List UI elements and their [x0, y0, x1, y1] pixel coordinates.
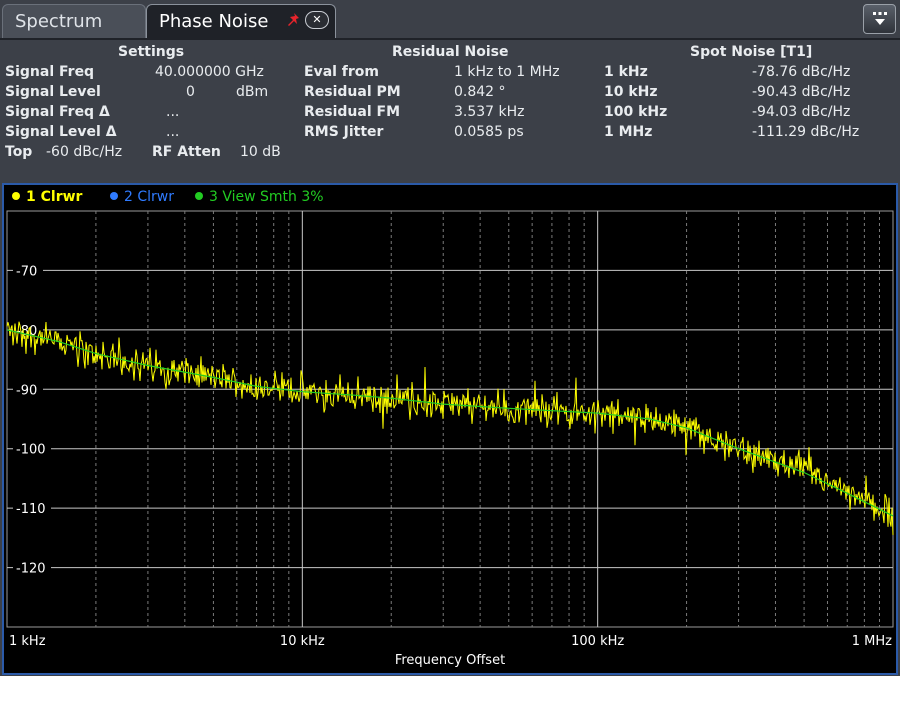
x-axis-label: Frequency Offset — [395, 653, 505, 668]
residual-row-value: 3.537 kHz — [454, 104, 525, 120]
x-tick-label: 100 kHz — [571, 634, 624, 649]
trace-legend: 1 Clrwr 2 Clrwr 3 View Smth 3% — [4, 185, 896, 209]
x-tick-label: 1 kHz — [9, 634, 46, 649]
tab-spectrum[interactable]: Spectrum — [2, 4, 146, 38]
spot-row-offset: 100 kHz — [604, 104, 668, 120]
residual-row-label: RMS Jitter — [304, 124, 384, 140]
y-tick-label: -70 — [16, 264, 37, 279]
spot-row-offset: 10 kHz — [604, 84, 658, 100]
rf-atten-label: RF Atten — [152, 144, 221, 160]
legend-trace-2[interactable]: 2 Clrwr — [110, 189, 174, 205]
trace-2-dot-icon — [110, 192, 118, 200]
y-tick-label: -90 — [16, 383, 37, 398]
tab-phase-noise-label: Phase Noise — [159, 11, 269, 32]
legend-trace-3[interactable]: 3 View Smth 3% — [195, 189, 324, 205]
residual-row-value: 0.0585 ps — [454, 124, 524, 140]
info-panel: Settings Signal Freq 40.000000 GHz Signa… — [0, 38, 900, 184]
signal-freq-value: 40.000000 GHz — [155, 64, 264, 80]
tab-spectrum-label: Spectrum — [15, 11, 103, 32]
spot-row-value: -111.29 dBc/Hz — [752, 124, 860, 140]
residual-row-label: Residual PM — [304, 84, 401, 100]
legend-trace-1-label: 1 Clrwr — [26, 189, 83, 205]
pin-icon[interactable] — [285, 11, 303, 29]
settings-header: Settings — [118, 44, 185, 60]
spot-row-offset: 1 MHz — [604, 124, 653, 140]
residual-row-label: Residual FM — [304, 104, 401, 120]
residual-row-label: Eval from — [304, 64, 380, 80]
tab-phase-noise[interactable]: Phase Noise ✕ — [146, 4, 336, 38]
spot-row-value: -90.43 dBc/Hz — [752, 84, 851, 100]
legend-trace-3-label: 3 View Smth 3% — [209, 189, 324, 205]
signal-freq-label: Signal Freq — [5, 64, 95, 80]
spot-row-offset: 1 kHz — [604, 64, 648, 80]
residual-noise-header: Residual Noise — [392, 44, 509, 60]
trace-3-dot-icon — [195, 192, 203, 200]
signal-level-value: 0 — [186, 84, 195, 100]
spot-row-value: -94.03 dBc/Hz — [752, 104, 851, 120]
menu-button[interactable] — [863, 4, 896, 34]
top-value: -60 dBc/Hz — [46, 144, 123, 160]
phase-noise-plot[interactable]: -70-80-90-100-110-1201 kHz 10 kHz 100 kHz 1… — [4, 209, 896, 673]
trace-1-dot-icon — [12, 192, 20, 200]
phase-noise-window: 1 Clrwr 2 Clrwr 3 View Smth 3% -70 -80 -90… — [2, 183, 898, 675]
y-tick-label: -110 — [16, 502, 46, 517]
y-tick-label: -120 — [16, 562, 46, 577]
spot-noise-header: Spot Noise [T1] — [690, 44, 813, 60]
legend-trace-2-label: 2 Clrwr — [124, 189, 174, 205]
signal-level-unit: dBm — [236, 84, 269, 100]
tab-bar: Spectrum Phase Noise ✕ — [0, 0, 900, 38]
signal-freq-delta-value: ... — [166, 104, 180, 120]
x-tick-label: 10 kHz — [280, 634, 325, 649]
spot-row-value: -78.76 dBc/Hz — [752, 64, 851, 80]
y-tick-label: -100 — [16, 443, 46, 458]
app-window: Spectrum Phase Noise ✕ Settings Signal F… — [0, 0, 900, 676]
plot-frame — [6, 210, 894, 628]
signal-level-label: Signal Level — [5, 84, 101, 100]
signal-level-delta-value: ... — [166, 124, 180, 140]
x-tick-label: 1 MHz — [852, 634, 892, 649]
top-label: Top — [5, 144, 33, 160]
menu-dots-icon — [873, 12, 887, 25]
legend-trace-1[interactable]: 1 Clrwr — [12, 189, 82, 205]
signal-level-delta-label: Signal Level Δ — [5, 124, 117, 140]
residual-row-value: 1 kHz to 1 MHz — [454, 64, 560, 80]
residual-row-value: 0.842 ° — [454, 84, 506, 100]
close-icon[interactable]: ✕ — [305, 11, 329, 29]
rf-atten-value: 10 dB — [240, 144, 281, 160]
signal-freq-delta-label: Signal Freq Δ — [5, 104, 110, 120]
